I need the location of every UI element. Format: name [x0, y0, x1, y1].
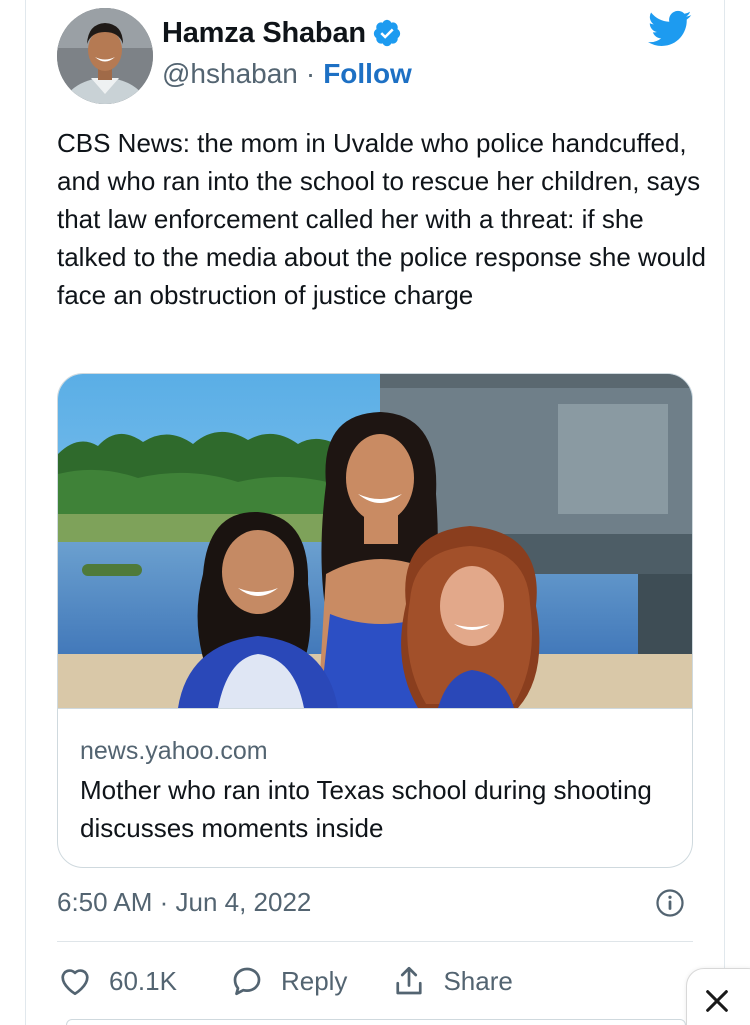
like-button[interactable]: 60.1K [57, 963, 177, 999]
avatar-photo [57, 8, 153, 104]
author-name-row: Hamza Shaban [162, 12, 402, 54]
verified-badge-icon [372, 18, 402, 48]
link-card[interactable]: news.yahoo.com Mother who ran into Texas… [57, 373, 693, 868]
separator-dot: · [305, 58, 316, 89]
reply-label: Reply [280, 965, 348, 996]
like-count: 60.1K [109, 965, 177, 996]
share-label: Share [443, 965, 513, 996]
tweet-timestamp[interactable]: 6:50 AM · Jun 4, 2022 [57, 883, 311, 921]
author-handle[interactable]: @hshaban [162, 58, 298, 90]
link-card-title: Mother who ran into Texas school during … [80, 775, 652, 843]
left-border [25, 0, 26, 1025]
tweet-actions: 60.1K Reply Share [57, 958, 513, 1004]
avatar[interactable] [57, 8, 153, 104]
reply-bubble-icon [233, 967, 261, 996]
close-button[interactable] [686, 968, 750, 1025]
link-card-photo [58, 374, 692, 708]
bottom-card-edge [66, 1019, 686, 1025]
author-display-name[interactable]: Hamza Shaban [162, 17, 366, 50]
share-icon [396, 966, 423, 995]
reply-button[interactable]: Reply [229, 963, 347, 999]
close-icon [706, 990, 728, 1012]
divider [57, 941, 693, 942]
twitter-bird-icon[interactable] [648, 10, 692, 48]
tweet-text: CBS News: the mom in Uvalde who police h… [57, 128, 706, 310]
author-handle-row: @hshaban · Follow [162, 56, 412, 92]
right-border [724, 0, 725, 1025]
follow-button[interactable]: Follow [323, 58, 412, 90]
heart-icon [61, 969, 89, 996]
link-card-body: news.yahoo.com Mother who ran into Texas… [58, 708, 692, 867]
info-icon[interactable] [655, 888, 685, 918]
share-button[interactable]: Share [391, 963, 513, 999]
link-card-domain: news.yahoo.com [80, 737, 268, 765]
